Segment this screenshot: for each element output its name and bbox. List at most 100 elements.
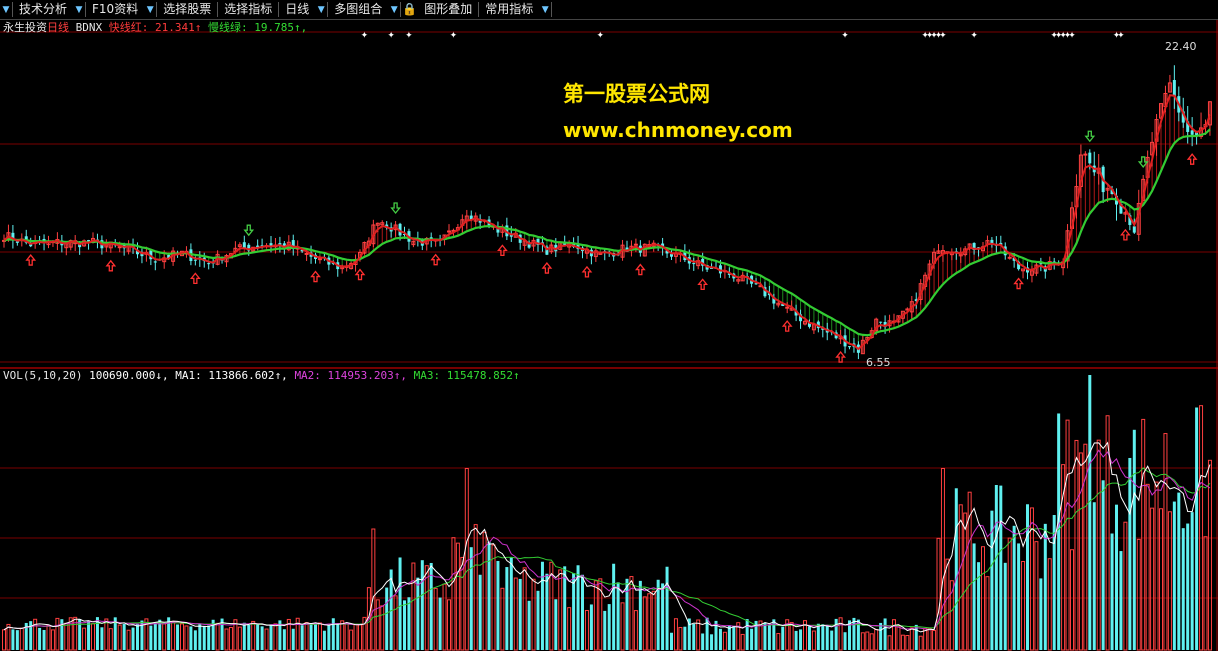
volume-bar <box>353 623 358 651</box>
volume-bar <box>309 623 313 650</box>
volume-bar <box>909 627 914 651</box>
toolbar-button-2[interactable]: 选择股票 <box>157 0 217 19</box>
volume-bar <box>651 590 656 651</box>
buy-arrow-icon <box>497 244 508 257</box>
volume-bar <box>701 633 705 650</box>
top-signal-tick: ✦ <box>939 31 947 41</box>
top-signal-tick: ✦ <box>387 31 395 41</box>
volume-bar <box>816 623 820 650</box>
candle-body <box>1083 153 1088 156</box>
volume-bar <box>237 626 242 651</box>
vol-ma1-line <box>3 441 1211 633</box>
volume-bar <box>1167 511 1172 651</box>
volume-bar <box>999 485 1003 650</box>
volume-bar <box>104 618 109 651</box>
volume-bar <box>496 560 500 650</box>
volume-bar <box>1003 562 1007 650</box>
toolbar-button-6[interactable]: 图形叠加 <box>418 0 478 19</box>
volume-bar <box>887 635 892 651</box>
toolbar-button-4[interactable]: 日线 <box>279 0 315 19</box>
ma2-value: MA2: 114953.203 <box>294 369 394 382</box>
volume-bar <box>892 619 896 651</box>
volume-bar <box>647 593 652 651</box>
volume-bar <box>1181 528 1185 650</box>
volume-bar <box>1012 525 1016 650</box>
volume-bar <box>1088 375 1092 650</box>
volume-bar <box>304 622 309 651</box>
price-candles <box>2 65 1212 360</box>
lock-icon[interactable]: 🔒 <box>401 0 418 19</box>
low-price-label: 6.55 <box>866 356 891 369</box>
toolbar-button-1[interactable]: F10资料 <box>86 0 144 19</box>
indicator-name: 永生投资 <box>3 21 47 34</box>
volume-bar <box>1110 533 1114 650</box>
volume-bar <box>411 562 416 651</box>
volume-bar <box>273 623 278 651</box>
volume-bar <box>1065 419 1070 651</box>
volume-bar <box>184 625 189 651</box>
volume-bar <box>799 629 803 650</box>
dropdown-arrow-icon[interactable]: ▼ <box>0 0 12 19</box>
volume-bar <box>1078 452 1083 651</box>
volume-bar <box>1203 536 1208 651</box>
volume-bar <box>958 504 963 651</box>
ma2-arrow: ↑, <box>393 369 408 382</box>
volume-bar <box>482 531 487 651</box>
volume-bar <box>131 627 135 650</box>
volume-bar <box>336 624 340 650</box>
volume-bar <box>1177 492 1181 650</box>
candle-body <box>207 263 211 265</box>
volume-bar <box>838 617 843 651</box>
slow-line <box>3 128 1211 337</box>
volume-bar <box>403 600 406 650</box>
volume-bar <box>380 605 385 651</box>
toolbar-button-5[interactable]: 多图组合 <box>328 0 388 19</box>
buy-arrow-icon <box>835 351 846 363</box>
volume-bar <box>300 625 304 650</box>
volume-bar <box>447 599 451 651</box>
volume-bar <box>91 623 95 651</box>
dropdown-arrow-icon[interactable]: ▼ <box>315 0 327 19</box>
dropdown-arrow-icon[interactable]: ▼ <box>388 0 400 19</box>
toolbar-button-3[interactable]: 选择指标 <box>218 0 278 19</box>
top-signal-tick: ✦ <box>361 31 369 41</box>
volume-bar <box>527 600 531 650</box>
volume-bars <box>2 375 1212 651</box>
toolbar-button-0[interactable]: 技术分析 <box>13 0 73 19</box>
candle-body <box>1190 130 1194 135</box>
candle-body <box>692 263 696 265</box>
volume-bar <box>1074 439 1079 651</box>
volume-bar <box>2 629 6 651</box>
buy-arrow-icon <box>430 253 442 266</box>
volume-bar <box>977 562 981 650</box>
volume-bar <box>710 634 714 650</box>
buy-arrow-icon <box>697 278 709 291</box>
volume-bar <box>224 628 229 651</box>
volume-bar <box>42 629 46 650</box>
volume-bar <box>513 577 518 651</box>
buy-arrow-icon <box>1186 153 1198 165</box>
dropdown-arrow-icon[interactable]: ▼ <box>73 0 85 19</box>
volume-bar <box>789 622 794 651</box>
buy-arrow-icon <box>634 263 646 276</box>
volume-bar <box>963 512 968 651</box>
volume-bar <box>189 626 193 650</box>
top-signal-tick: ✦ <box>970 31 978 41</box>
volume-bar <box>745 619 749 650</box>
volume-bar <box>1207 459 1212 651</box>
volume-bar <box>642 596 647 651</box>
toolbar-button-7[interactable]: 常用指标 <box>479 0 539 19</box>
buy-arrow-icon <box>189 272 201 285</box>
volume-bar <box>1092 502 1096 650</box>
volume-bar <box>1115 504 1118 650</box>
dropdown-arrow-icon[interactable]: ▼ <box>144 0 156 19</box>
volume-bar <box>451 537 456 651</box>
top-signal-tick: ✦ <box>405 31 413 41</box>
volume-bar <box>198 623 202 650</box>
volume-bar <box>1039 578 1043 650</box>
buy-arrow-icon <box>581 265 593 278</box>
volume-bar <box>344 623 349 651</box>
dropdown-arrow-icon[interactable]: ▼ <box>539 0 551 19</box>
price-labels: 22.40 6.55 <box>866 40 1197 369</box>
volume-bar <box>811 630 816 651</box>
